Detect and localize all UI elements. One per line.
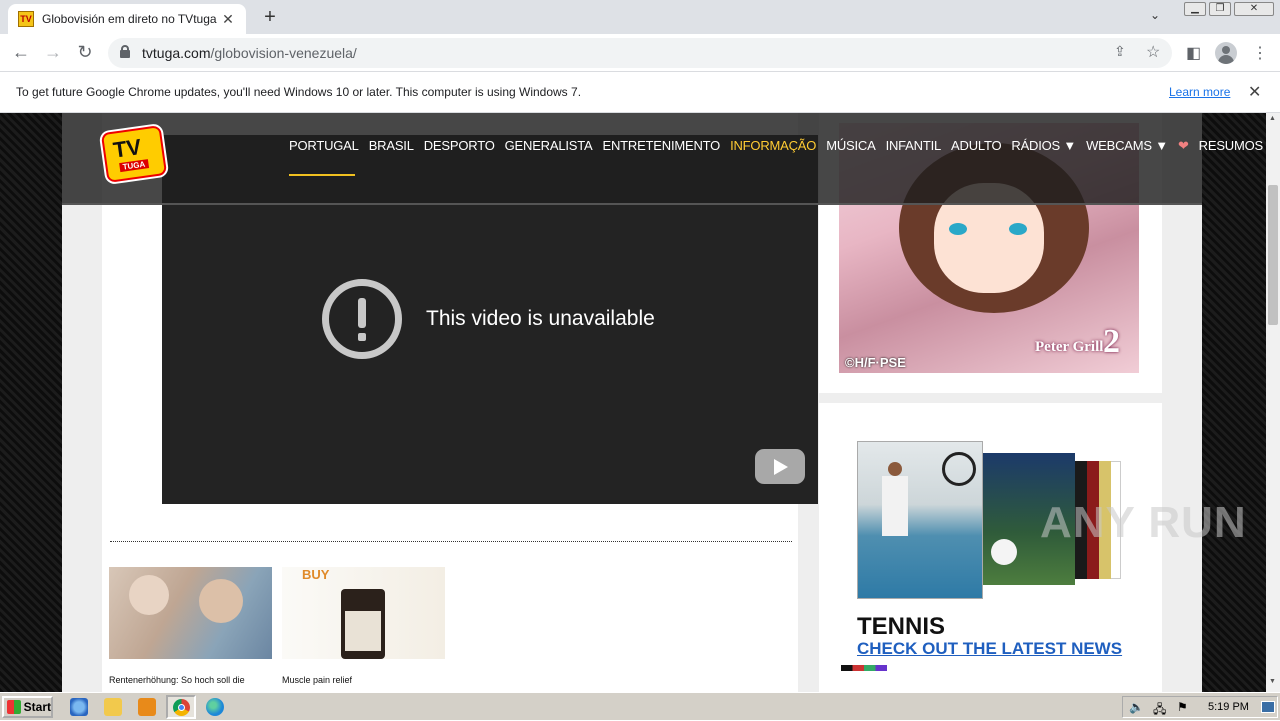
tab-active[interactable]: TV Globovisión em direto no TVtuga ✕ — [8, 4, 246, 34]
chrome-icon — [173, 699, 190, 716]
related-caption[interactable]: Rentenerhöhung: So hoch soll die — [109, 675, 245, 685]
ad-copyright: ©H/F·PSE — [845, 355, 906, 370]
menu-item-musica[interactable]: MÚSICA — [826, 138, 876, 154]
system-tray: 🔈 🖧 ⚑ — [1122, 696, 1278, 718]
person-figure-icon — [129, 575, 169, 615]
menu-item-radios[interactable]: RÁDIOS ▼ — [1011, 138, 1076, 154]
anyrun-watermark: ANY RUN — [1040, 498, 1247, 547]
eye-icon — [949, 223, 967, 235]
menu-item-adulto[interactable]: ADULTO — [951, 138, 1002, 154]
product-jar-icon — [341, 589, 385, 659]
show-desktop-icon[interactable] — [1261, 701, 1275, 713]
youtube-logo-icon[interactable] — [755, 449, 805, 484]
start-button[interactable]: Start — [2, 696, 53, 718]
active-menu-underline — [289, 174, 355, 176]
lock-icon[interactable] — [120, 45, 130, 58]
restore-button[interactable]: ❐ — [1209, 2, 1231, 16]
related-thumbnail-pension[interactable] — [109, 567, 272, 659]
menu-item-brasil[interactable]: BRASIL — [369, 138, 414, 154]
eye-icon — [1009, 223, 1027, 235]
network-icon[interactable]: 🖧 — [1153, 700, 1166, 721]
brand-stripe — [841, 665, 887, 671]
taskbar-clock[interactable]: 5:19 PM — [1208, 701, 1249, 713]
ad-title: Peter Grill — [1035, 339, 1104, 355]
video-unavailable-message: This video is unavailable — [426, 307, 655, 330]
back-arrow-icon[interactable]: ← — [10, 42, 32, 63]
close-infobar-icon[interactable]: ✕ — [1248, 82, 1261, 102]
ball-icon — [991, 539, 1017, 565]
infobar-message: To get future Google Chrome updates, you… — [16, 85, 582, 99]
tab-strip: TV Globovisión em direto no TVtuga ✕ + ⌄… — [0, 0, 1280, 34]
browser-toolbar: ← → ↻ tvtuga.com/globovision-venezuela/ … — [0, 34, 1280, 72]
racket-icon — [942, 452, 976, 486]
menu-item-desporto[interactable]: DESPORTO — [424, 138, 495, 154]
learn-more-link[interactable]: Learn more — [1169, 85, 1230, 99]
address-bar[interactable]: tvtuga.com/globovision-venezuela/ ⇪ ☆ — [108, 38, 1172, 68]
tab-title: Globovisión em direto no TVtuga — [42, 12, 217, 26]
menu-item-portugal[interactable]: PORTUGAL — [289, 138, 359, 154]
site-logo[interactable]: TV TUGA — [100, 125, 168, 183]
bookmark-star-icon[interactable]: ☆ — [1146, 42, 1160, 62]
windows-logo-icon — [7, 700, 21, 714]
menu-item-resumos-futebol[interactable]: RESUMOS FUTEBOL — [1199, 138, 1266, 154]
related-thumbnail-muscle[interactable]: BUY — [282, 567, 445, 659]
menu-item-generalista[interactable]: GENERALISTA — [505, 138, 593, 154]
close-tab-icon[interactable]: ✕ — [220, 11, 236, 28]
update-infobar: To get future Google Chrome updates, you… — [0, 72, 1280, 113]
scroll-down-arrow-icon[interactable]: ▼ — [1269, 678, 1276, 685]
tennis-image — [857, 441, 983, 599]
file-explorer-icon[interactable] — [104, 698, 122, 716]
menu-item-webcams[interactable]: WEBCAMS ▼ — [1086, 138, 1168, 154]
related-caption[interactable]: Muscle pain relief — [282, 675, 352, 685]
close-window-button[interactable]: ✕ — [1234, 2, 1274, 16]
person-figure-icon — [199, 579, 243, 623]
volume-icon[interactable]: 🔈 — [1129, 700, 1144, 714]
edge-icon[interactable] — [206, 698, 224, 716]
chrome-taskbar-button[interactable] — [166, 695, 196, 719]
section-divider — [110, 541, 792, 542]
new-tab-button[interactable]: + — [258, 6, 282, 29]
forward-arrow-icon[interactable]: → — [42, 42, 64, 63]
media-player-icon[interactable] — [138, 698, 156, 716]
tennis-news-link[interactable]: CHECK OUT THE LATEST NEWS — [857, 639, 1122, 659]
main-menu: PORTUGAL BRASIL DESPORTO GENERALISTA ENT… — [289, 138, 1266, 154]
menu-item-infantil[interactable]: INFANTIL — [886, 138, 942, 154]
windows-taskbar: Start 🔈 🖧 ⚑ 5:19 PM — [0, 692, 1280, 720]
action-center-flag-icon[interactable]: ⚑ — [1177, 700, 1188, 714]
tab-search-chevron-icon[interactable]: ⌄ — [1150, 8, 1160, 22]
favicon-icon: TV — [18, 11, 34, 27]
tennis-title: TENNIS — [857, 613, 946, 640]
reload-icon[interactable]: ↻ — [74, 42, 96, 63]
internet-explorer-icon[interactable] — [70, 698, 88, 716]
menu-kebab-icon[interactable]: ⋮ — [1252, 43, 1268, 63]
heart-icon[interactable]: ❤ — [1178, 138, 1189, 154]
menu-item-informacao[interactable]: INFORMAÇÃO — [730, 138, 816, 154]
minimize-button[interactable]: ▁ — [1184, 2, 1206, 16]
page-scrollbar[interactable]: ▲ ▼ — [1266, 113, 1280, 692]
url-text[interactable]: tvtuga.com/globovision-venezuela/ — [142, 45, 357, 61]
share-icon[interactable]: ⇪ — [1114, 43, 1126, 60]
profile-avatar-icon[interactable] — [1215, 42, 1237, 64]
alert-exclamation-icon — [322, 279, 402, 359]
scrollbar-thumb[interactable] — [1268, 185, 1278, 325]
scroll-up-arrow-icon[interactable]: ▲ — [1269, 115, 1276, 122]
site-header: TV TUGA PORTUGAL BRASIL DESPORTO GENERAL… — [62, 113, 1266, 205]
buy-badge: BUY — [302, 567, 330, 582]
menu-item-entretenimento[interactable]: ENTRETENIMENTO — [603, 138, 721, 154]
page-viewport: This video is unavailable Rentenerhöhung… — [0, 113, 1266, 692]
ad-number: 2 — [1103, 323, 1120, 360]
side-panel-icon[interactable]: ◧ — [1186, 43, 1201, 63]
